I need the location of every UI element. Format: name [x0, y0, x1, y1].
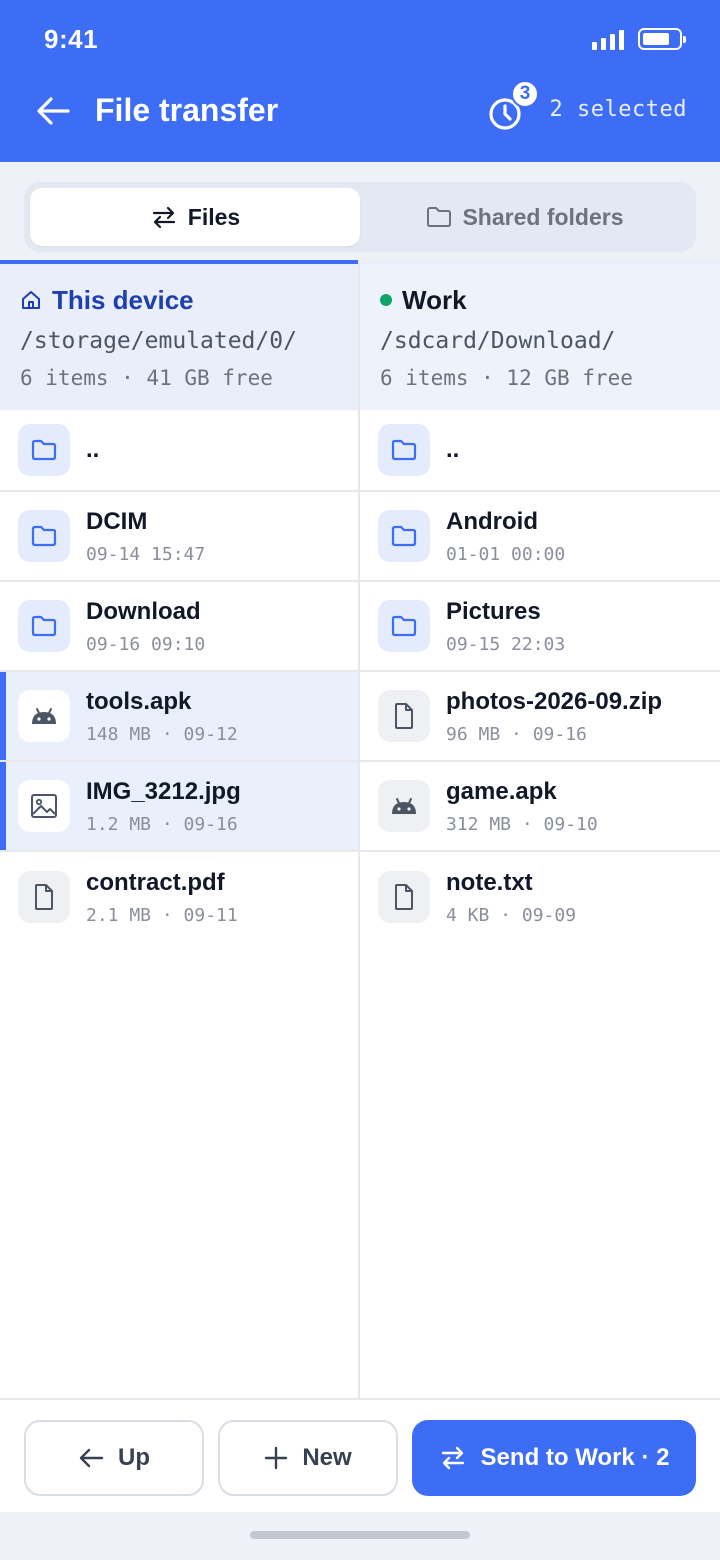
pane-header: This device /storage/emulated/0/ 6 items… [0, 260, 358, 410]
transfer-arrows-icon [152, 206, 175, 229]
list-item-name: .. [446, 436, 460, 463]
file-icon [378, 871, 430, 923]
pane-path: /storage/emulated/0/ [20, 328, 297, 354]
send-button-label: Send to Work · 2 [480, 1444, 670, 1471]
list-item-name: contract.pdf [86, 868, 225, 896]
up-button[interactable]: Up [24, 1420, 204, 1496]
pane-this-device[interactable]: This device /storage/emulated/0/ 6 items… [0, 260, 360, 1398]
list-item-name: photos-2026-09.zip [446, 687, 663, 715]
android-icon [18, 690, 70, 742]
android-icon [378, 780, 430, 832]
list-item[interactable]: photos-2026-09.zip 96 MB · 09-16 [360, 672, 720, 762]
list-item-meta: 09-15 22:03 [446, 633, 566, 655]
list-item-name: Download [86, 597, 201, 625]
history-count-badge: 3 [511, 80, 539, 108]
list-item-selected[interactable]: tools.apk 148 MB · 09-12 [0, 672, 358, 762]
list-item-meta: 09-16 09:10 [86, 633, 206, 655]
app-header: 9:41 File transfer 3 2 selected [0, 0, 720, 162]
folder-icon [18, 424, 70, 476]
list-item-meta: 2.1 MB · 09-11 [86, 904, 238, 926]
list-item[interactable]: Pictures 09-15 22:03 [360, 582, 720, 672]
list-item-name: Android [446, 507, 538, 535]
list-item-meta: 4 KB · 09-09 [446, 904, 577, 926]
status-time: 9:41 [44, 24, 99, 54]
send-button[interactable]: Send to Work · 2 [412, 1420, 696, 1496]
signal-icon [592, 28, 624, 50]
list-item-meta: 1.2 MB · 09-16 [86, 813, 238, 835]
transfer-arrows-icon [441, 1446, 464, 1470]
tab-files[interactable]: Files [30, 188, 360, 246]
arrow-left-icon [79, 1448, 104, 1468]
page-title: File transfer [95, 92, 279, 128]
list-item-meta: 09-14 15:47 [86, 543, 206, 565]
list-item-meta: 312 MB · 09-10 [446, 813, 598, 835]
pane-path: /sdcard/Download/ [380, 328, 616, 354]
list-item-name: game.apk [446, 777, 557, 805]
list-item-parent[interactable]: .. [360, 410, 720, 492]
image-icon [18, 780, 70, 832]
home-icon [22, 291, 40, 309]
pane-header: Work /sdcard/Download/ 6 items · 12 GB f… [360, 260, 720, 410]
list-item[interactable]: note.txt 4 KB · 09-09 [360, 852, 720, 942]
list-item-meta: 96 MB · 09-16 [446, 723, 587, 745]
list-item-name: Pictures [446, 597, 541, 625]
bottom-action-bar: Up New Send to Work · 2 [0, 1398, 720, 1512]
list-item-meta: 01-01 00:00 [446, 543, 566, 565]
pane-work[interactable]: Work /sdcard/Download/ 6 items · 12 GB f… [360, 260, 720, 1398]
file-icon [18, 871, 70, 923]
list-item[interactable]: contract.pdf 2.1 MB · 09-11 [0, 852, 358, 942]
selected-count: 2 selected [549, 97, 687, 122]
folder-icon [378, 424, 430, 476]
view-tabs: Files Shared folders [24, 182, 696, 252]
new-folder-button[interactable]: New [218, 1420, 398, 1496]
online-status-dot [380, 294, 392, 306]
battery-icon [638, 28, 686, 50]
plus-icon [265, 1446, 288, 1470]
pane-meta: 6 items · 12 GB free [380, 366, 633, 390]
file-icon [378, 690, 430, 742]
list-item-name: IMG_3212.jpg [86, 777, 241, 805]
list-item-parent[interactable]: .. [0, 410, 358, 492]
folder-icon [378, 600, 430, 652]
home-indicator[interactable] [250, 1531, 470, 1539]
pane-name: Work [402, 284, 467, 315]
list-item[interactable]: game.apk 312 MB · 09-10 [360, 762, 720, 852]
new-button-label: New [302, 1444, 352, 1471]
list-item-name: tools.apk [86, 687, 192, 715]
list-item[interactable]: DCIM 09-14 15:47 [0, 492, 358, 582]
folder-icon [427, 207, 452, 227]
list-item-name: .. [86, 436, 100, 463]
tab-files-label: Files [187, 203, 241, 230]
folder-icon [18, 600, 70, 652]
tab-shared-folders[interactable]: Shared folders [360, 188, 690, 246]
list-item[interactable]: Android 01-01 00:00 [360, 492, 720, 582]
folder-icon [18, 510, 70, 562]
status-icons [592, 28, 686, 50]
pane-name: This device [52, 284, 194, 315]
pane-meta: 6 items · 41 GB free [20, 366, 273, 390]
up-button-label: Up [118, 1444, 150, 1471]
list-item-selected[interactable]: IMG_3212.jpg 1.2 MB · 09-16 [0, 762, 358, 852]
list-item[interactable]: Download 09-16 09:10 [0, 582, 358, 672]
arrow-left-icon [37, 97, 70, 125]
folder-icon [378, 510, 430, 562]
dual-pane-browser: This device /storage/emulated/0/ 6 items… [0, 260, 720, 1398]
list-item-name: note.txt [446, 868, 533, 896]
list-item-name: DCIM [86, 507, 148, 535]
back-button[interactable] [32, 90, 74, 132]
list-item-meta: 148 MB · 09-12 [86, 723, 238, 745]
tab-shared-folders-label: Shared folders [462, 203, 624, 230]
